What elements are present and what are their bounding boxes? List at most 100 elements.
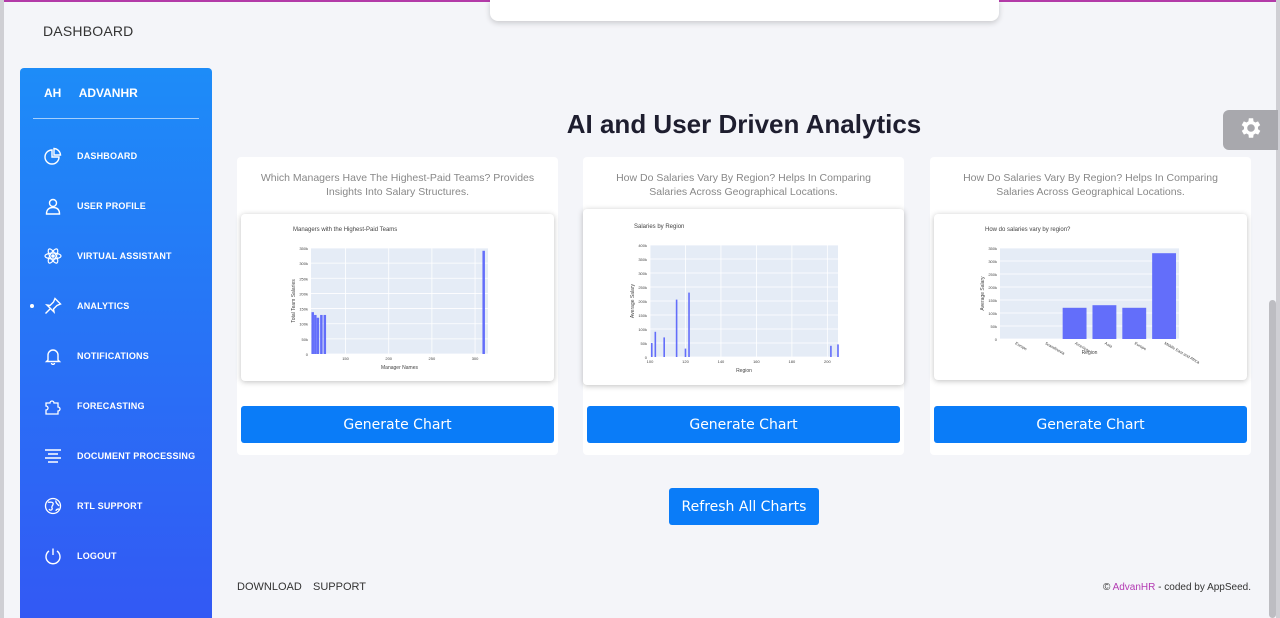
chart-bar [316, 317, 320, 354]
chart-bar [830, 345, 832, 357]
generate-chart-button[interactable]: Generate Chart [241, 406, 554, 443]
x-tick-label: Europe [1014, 341, 1028, 352]
scrollbar[interactable] [1269, 300, 1276, 618]
chart-box: Salaries by Region 0 50k 100k 150k 200k 250k 30… [583, 209, 904, 385]
chart-svg: How do salaries vary by region? 0 50k 100k 1… [980, 227, 1202, 366]
chart-box: Managers with the Highest-Paid Teams 0 50k… [241, 214, 554, 381]
analytics-card: Which Managers Have The Highest-Paid Tea… [237, 157, 558, 455]
chart-title: Salaries by Region [634, 224, 684, 230]
x-tick-label: 200 [385, 356, 392, 361]
sidebar: AH ADVANHR DASHBOARD USER PROFILE VIRTUA… [20, 68, 212, 618]
x-tick-label: 250 [429, 356, 436, 361]
chart-title: Managers with the Highest-Paid Teams [293, 227, 397, 233]
chart-title: How do salaries vary by region? [985, 227, 1071, 233]
chart-bar [482, 250, 485, 354]
y-tick-label: 400k [638, 243, 647, 248]
chart-bar [1152, 253, 1177, 339]
navbar-title[interactable]: DASHBOARD [43, 23, 133, 39]
globe-icon [44, 497, 62, 515]
sidebar-item-label: LOGOUT [77, 551, 117, 561]
plot-area [311, 248, 488, 354]
align-center-icon [44, 447, 62, 465]
y-tick-label: 250k [638, 285, 647, 290]
footer-link-download[interactable]: DOWNLOAD [237, 581, 302, 593]
x-axis-label: Manager Names [381, 365, 418, 371]
y-tick-label: 100k [638, 327, 647, 332]
copyright-brand-link[interactable]: AdvanHR [1113, 582, 1156, 593]
x-tick-label: Scandinavia [1044, 341, 1066, 357]
chart-bar [1062, 307, 1087, 339]
settings-button[interactable] [1223, 110, 1278, 150]
sidebar-item-virtual-assistant[interactable]: VIRTUAL ASSISTANT [20, 236, 212, 276]
pin-icon [44, 297, 62, 315]
page-title: AI and User Driven Analytics [566, 109, 922, 139]
footer-link-support[interactable]: SUPPORT [313, 581, 366, 593]
chart-bar [837, 344, 839, 357]
x-tick-label: Europe [1134, 341, 1148, 352]
x-tick-label: Middle East and Africa [1164, 341, 1202, 366]
y-tick-label: 100k [299, 322, 308, 327]
generate-chart-button[interactable]: Generate Chart [934, 406, 1247, 443]
power-icon [44, 547, 62, 565]
x-tick-label: 140 [718, 359, 725, 364]
sidebar-item-notifications[interactable]: NOTIFICATIONS [20, 336, 212, 376]
sidebar-item-label: DASHBOARD [77, 151, 138, 161]
y-tick-label: 350k [299, 246, 308, 251]
sidebar-item-logout[interactable]: LOGOUT [20, 536, 212, 576]
y-tick-label: 0 [306, 352, 309, 357]
copyright-symbol: © [1102, 582, 1111, 593]
sidebar-item-label: NOTIFICATIONS [77, 351, 149, 361]
analytics-card: How Do Salaries Vary By Region? Helps In… [930, 157, 1251, 455]
y-tick-label: 350k [638, 257, 647, 262]
user-icon [44, 197, 62, 215]
x-tick-label: 160 [753, 359, 760, 364]
pie-chart-icon [44, 147, 62, 165]
sidebar-item-label: FORECASTING [77, 401, 145, 411]
sidebar-item-forecasting[interactable]: FORECASTING [20, 386, 212, 426]
generate-chart-button[interactable]: Generate Chart [587, 406, 900, 443]
analytics-card: How Do Salaries Vary By Region? Helps In… [583, 157, 904, 455]
puzzle-icon [44, 397, 62, 415]
window-left-border [0, 0, 4, 618]
x-tick-label: 180 [789, 359, 796, 364]
chart-bar [314, 314, 317, 354]
refresh-all-charts-button[interactable]: Refresh All Charts [669, 488, 819, 525]
sidebar-item-dashboard[interactable]: DASHBOARD [20, 136, 212, 176]
copyright: © AdvanHR - coded by AppSeed. [1103, 582, 1251, 593]
y-tick-label: 300k [988, 259, 997, 264]
y-axis-label: Average Salary [630, 283, 636, 318]
y-tick-label: 200k [638, 299, 647, 304]
sidebar-item-analytics[interactable]: ANALYTICS [20, 286, 212, 326]
active-indicator [30, 304, 34, 308]
sidebar-item-rtl-support[interactable]: RTL SUPPORT [20, 486, 212, 526]
sidebar-item-user-profile[interactable]: USER PROFILE [20, 186, 212, 226]
bell-icon [44, 347, 62, 365]
chart-bar [650, 343, 653, 357]
chart-svg: Salaries by Region050k100k150k200k250k30… [630, 224, 839, 374]
y-tick-label: 50k [991, 324, 997, 329]
brand-short: AH [44, 86, 62, 100]
sidebar-brand[interactable]: AH ADVANHR [44, 86, 138, 100]
y-tick-label: 150k [299, 307, 308, 312]
chart-bar [1122, 307, 1147, 339]
copyright-suffix: - coded by AppSeed. [1155, 582, 1251, 593]
x-tick-label: 200 [824, 359, 831, 364]
card-description: How Do Salaries Vary By Region? Helps In… [963, 172, 1218, 198]
sidebar-item-label: VIRTUAL ASSISTANT [77, 251, 172, 261]
chart-bar [323, 314, 327, 354]
x-tick-label: 300 [472, 356, 479, 361]
y-tick-label: 250k [299, 276, 308, 281]
window-right-border [1276, 0, 1280, 618]
sidebar-item-document-processing[interactable]: DOCUMENT PROCESSING [20, 436, 212, 476]
y-axis-label: Total Team Salaries [291, 279, 297, 323]
y-tick-label: 250k [988, 272, 997, 277]
y-tick-label: 50k [302, 337, 308, 342]
chart-bar [311, 312, 314, 354]
y-tick-label: 150k [988, 298, 997, 303]
y-tick-label: 200k [988, 285, 997, 290]
atom-icon [44, 247, 62, 265]
chart-bar [663, 337, 665, 357]
chart-bar [684, 348, 687, 357]
y-tick-label: 200k [299, 291, 308, 296]
y-tick-label: 300k [638, 271, 647, 276]
